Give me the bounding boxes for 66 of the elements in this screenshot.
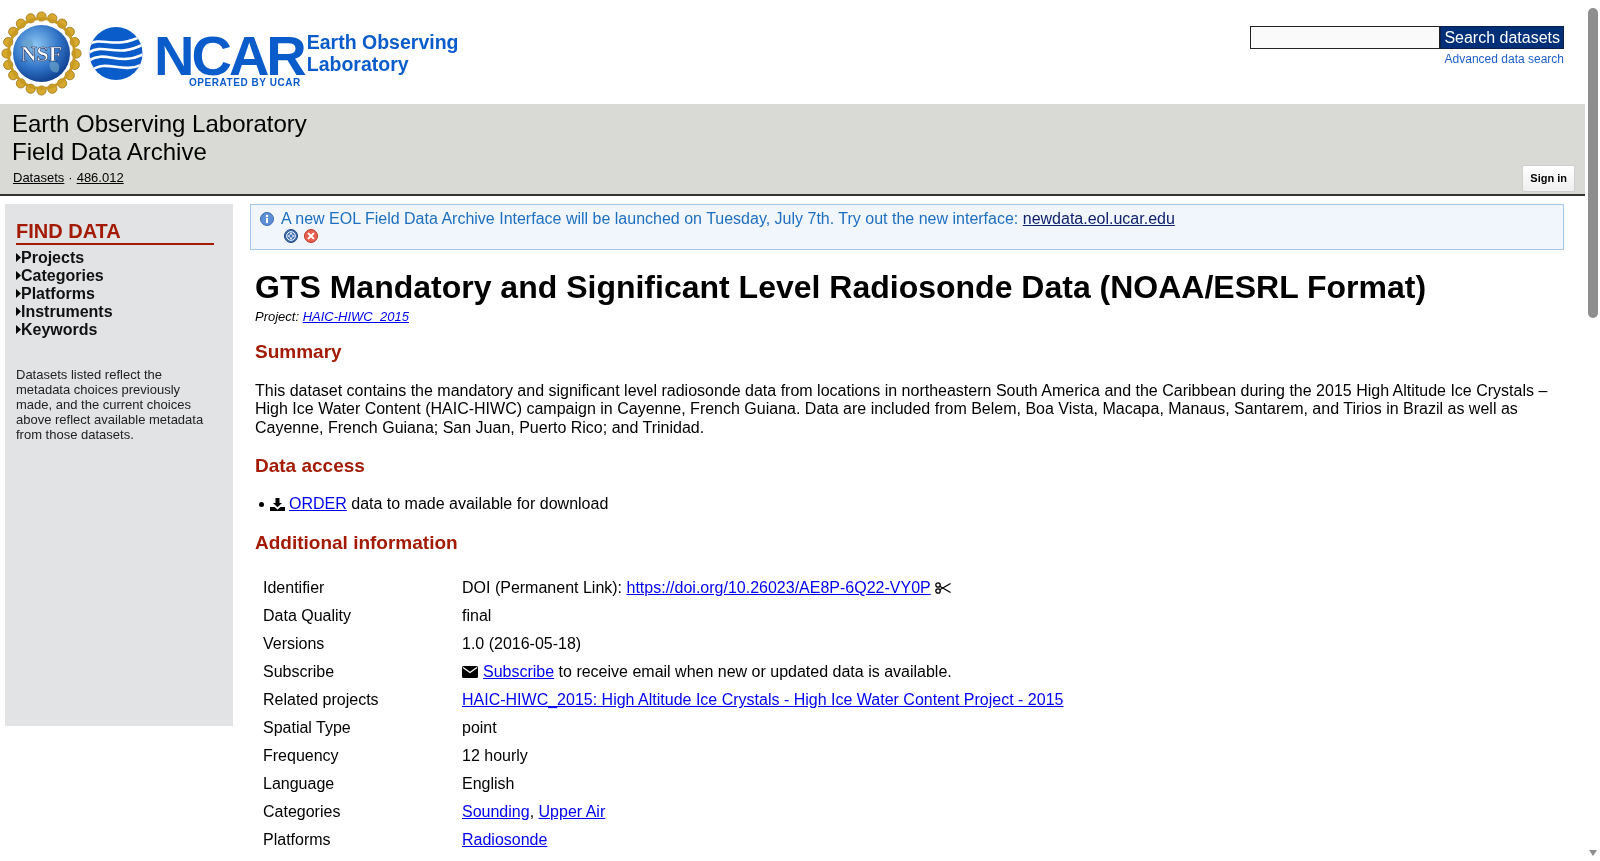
- dataset-title: GTS Mandatory and Significant Level Radiosonde Data (NOAA/ESRL Format): [254, 267, 1428, 306]
- breadcrumb-link[interactable]: Datasets: [13, 170, 65, 185]
- field-value: final: [462, 607, 492, 626]
- field-label: Categories: [263, 803, 341, 821]
- field-label: Subscribe: [263, 663, 335, 681]
- field-value: 12 hourly: [462, 747, 528, 766]
- value-link[interactable]: Radiosonde: [462, 831, 548, 850]
- sidebar-link[interactable]: Keywords: [16, 320, 98, 339]
- separator-text: ,: [529, 803, 535, 822]
- info-icon: [260, 212, 274, 226]
- advanced-search-link[interactable]: Advanced data search: [1444, 52, 1564, 66]
- expand-icon: [284, 229, 298, 243]
- field-value: English: [462, 775, 515, 794]
- envelope-icon: [462, 666, 478, 679]
- download-icon: [270, 497, 285, 511]
- value-link[interactable]: Sounding: [462, 803, 530, 822]
- sign-in-button[interactable]: Sign in: [1522, 165, 1575, 192]
- logo-tagline: OPERATED BY UCAR: [189, 78, 301, 88]
- close-icon: [304, 229, 318, 243]
- value-link[interactable]: HAIC-HIWC_2015: High Altitude Ice Crystals - High Ice Water Content Project - 2015: [462, 691, 1064, 710]
- doi-label: DOI (Permanent Link):: [462, 579, 623, 598]
- value-link[interactable]: Upper Air: [538, 803, 606, 822]
- field-label: Versions: [263, 635, 325, 653]
- scrollbar-thumb[interactable]: [1588, 8, 1598, 318]
- section-heading: Data access: [254, 455, 365, 478]
- doi-link[interactable]: https://doi.org/10.26023/AE8P-6Q22-VY0P: [626, 579, 931, 598]
- sidebar-heading: FIND DATA: [16, 219, 214, 245]
- summary-text: This dataset contains the mandatory and significant level radiosonde data from locations in northeastern South America and the Caribbean during the 2015 High Altitude Ice Crystals – High Ice Water Content (HAIC-HIWC) campaign in Cayenne, French Guiana. Data are included from Belem, Boa Vista, Macapa, Manaus, Santarem, and Tirios in Brazil as well as Cayenne, French Guiana; San Juan, Puerto Rico; and Trinidad.: [254, 382, 1549, 438]
- section-heading: Additional information: [254, 532, 458, 555]
- section-heading: Summary: [254, 341, 342, 363]
- order-link[interactable]: ORDER: [289, 495, 347, 513]
- search-button[interactable]: Search datasets: [1440, 26, 1564, 49]
- order-text: ORDER data to made available for download: [289, 495, 609, 514]
- field-value: point: [462, 719, 497, 738]
- breadcrumb-separator: ·: [68, 170, 73, 185]
- nsf-logo: NSF: [0, 10, 83, 97]
- wave-logo: [88, 27, 144, 80]
- breadcrumb-link[interactable]: 486.012: [76, 170, 124, 185]
- scroll-down-icon: [1589, 850, 1597, 856]
- sidebar-note: Datasets listed reflect the metadata choices previously made, and the current choices above reflect available metadata from those datasets.: [16, 366, 205, 442]
- field-label: Spatial Type: [263, 719, 351, 737]
- field-label: Frequency: [263, 747, 339, 765]
- sidebar-link[interactable]: Projects: [16, 248, 85, 267]
- search-field[interactable]: [1250, 26, 1441, 49]
- sidebar-link[interactable]: Platforms: [16, 284, 95, 303]
- bullet-icon: [259, 501, 264, 507]
- scissors-icon: [934, 582, 951, 595]
- archive-title: Earth Observing Laboratory: [12, 110, 307, 138]
- field-label: Data Quality: [263, 607, 352, 625]
- field-label: Related projects: [263, 691, 379, 709]
- notice-text: A new EOL Field Data Archive Interface will be launched on Tuesday, July 7th. Try out the new interface: newdata.eol.ucar.edu: [281, 210, 1175, 228]
- subscribe-text: Subscribe to receive email when new or updated data is available.: [483, 663, 952, 682]
- logo-subtitle: Earth Observing: [306, 31, 459, 53]
- field-label: Identifier: [263, 579, 325, 597]
- project-link[interactable]: HAIC-HIWC_2015: [302, 308, 409, 324]
- archive-title: Field Data Archive: [12, 137, 208, 165]
- sidebar-link[interactable]: Instruments: [16, 302, 113, 321]
- subscribe-link[interactable]: Subscribe: [483, 663, 555, 681]
- logo-wordmark: NCAR: [154, 34, 304, 78]
- field-value: 1.0 (2016-05-18): [462, 635, 582, 654]
- notice-link[interactable]: newdata.eol.ucar.edu: [1022, 210, 1175, 227]
- sidebar-link[interactable]: Categories: [16, 266, 104, 285]
- field-label: Platforms: [263, 831, 331, 849]
- project-label: Project:: [255, 308, 300, 324]
- logo-subtitle: Laboratory: [306, 53, 410, 75]
- field-label: Language: [263, 775, 335, 793]
